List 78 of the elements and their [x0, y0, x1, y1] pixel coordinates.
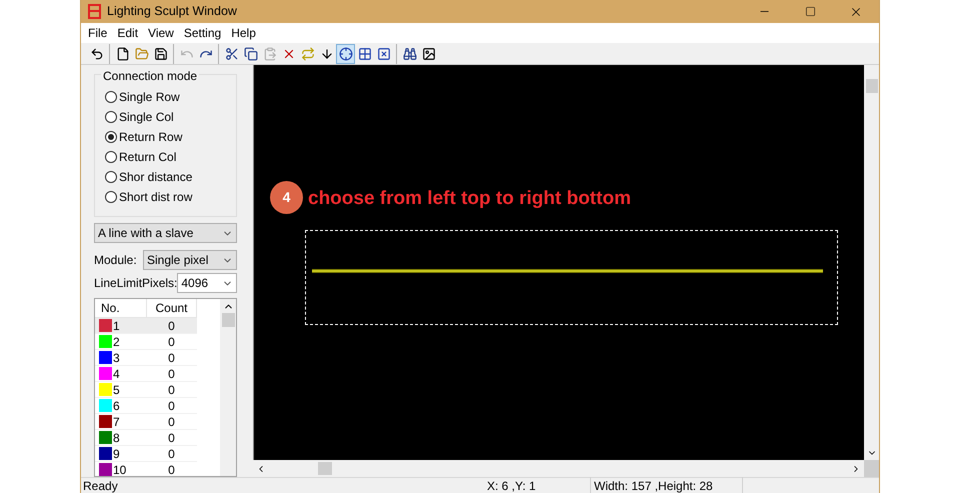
menu-item[interactable]: Edit [112, 24, 144, 42]
table-cell-text: 0 [167, 462, 176, 476]
scrollbar[interactable] [220, 299, 236, 476]
cursor-position: X: 6 ,Y: 1 [441, 476, 591, 493]
menu-item[interactable]: File [83, 24, 112, 42]
step-badge: 4 [270, 181, 303, 214]
folder-icon [134, 46, 148, 60]
table-row[interactable]: 1 0 [95, 318, 197, 334]
selection-size: Width: 157 ,Height: 28 [591, 476, 743, 493]
table-cell-text: 9 [112, 446, 121, 462]
maximize-icon [804, 6, 816, 17]
crosshair-icon [338, 46, 352, 60]
image-icon [422, 46, 436, 60]
canvas[interactable]: 4 choose from left top to right bottom [253, 65, 864, 460]
table-cell-text: 0 [167, 382, 176, 398]
dropdown[interactable]: Single pixel [143, 250, 237, 270]
table-cell-text: 2 [112, 334, 121, 350]
dropdown[interactable]: A line with a slave [94, 223, 237, 243]
radio-option[interactable]: Return Row [105, 127, 236, 147]
menu-item[interactable]: Help [226, 24, 261, 42]
square-x-icon [376, 46, 390, 60]
table-row[interactable]: 5 0 [95, 382, 197, 398]
menu-item[interactable]: Setting [178, 24, 226, 42]
swap-arrows-icon [300, 46, 314, 60]
table-cell-text: 4 [112, 366, 121, 382]
grid-icon [358, 46, 372, 60]
radio-button[interactable] [105, 91, 117, 103]
table-cell-text: 0 [167, 430, 176, 446]
scroll-thumb[interactable] [222, 313, 234, 327]
module-label: Module: [94, 252, 137, 269]
table-cell-text: 8 [112, 430, 121, 446]
table-cell-text: 10 [112, 462, 128, 476]
table-row[interactable]: 7 0 [95, 414, 197, 430]
status-text: Ready [82, 478, 119, 493]
table-cell-text: 0 [167, 318, 176, 334]
table-row[interactable]: 3 0 [95, 350, 197, 366]
table-cell-text: 0 [167, 398, 176, 414]
radio-button[interactable] [105, 111, 117, 123]
clipboard-icon [262, 46, 276, 60]
table-cell-text: 0 [167, 414, 176, 430]
table-row[interactable]: 6 0 [95, 398, 197, 414]
scroll-thumb[interactable] [866, 79, 878, 93]
table-cell-text: 6 [112, 398, 121, 414]
table-row[interactable]: 9 0 [95, 446, 197, 462]
table-cell-text: 0 [167, 366, 176, 382]
window-title: Lighting Sculpt Window [107, 3, 237, 20]
radio-option[interactable]: Short dist row [105, 187, 236, 207]
table-cell-text: 7 [112, 414, 121, 430]
radio-button[interactable] [105, 151, 117, 163]
table-row[interactable]: 8 0 [95, 430, 197, 446]
radio-button[interactable] [105, 131, 117, 143]
table-cell-text: 0 [167, 350, 176, 366]
app-logo-icon [88, 4, 101, 19]
radio-option[interactable]: Return Col [105, 147, 236, 167]
radio-option[interactable]: Shor distance [105, 167, 236, 187]
table-row[interactable]: 4 0 [95, 366, 197, 382]
table-cell-text: 0 [167, 334, 176, 350]
table-cell-text: 1 [112, 318, 121, 334]
copy-icon [244, 46, 258, 60]
table-row[interactable]: 2 0 [95, 334, 197, 350]
radio-button[interactable] [105, 171, 117, 183]
radio-option[interactable]: Single Col [105, 107, 236, 127]
page-icon [116, 46, 130, 60]
line-limit-label: LineLimitPixels: [94, 275, 178, 292]
dropdown[interactable]: 4096 [177, 273, 237, 293]
instruction-text: choose from left top to right bottom [308, 187, 631, 211]
table-cell-text: 5 [112, 382, 121, 398]
radio-button[interactable] [105, 191, 117, 203]
return-arrow-icon [90, 46, 104, 60]
binoculars-icon [402, 46, 416, 60]
select-button[interactable] [336, 44, 355, 64]
menu-item[interactable]: View [143, 24, 179, 42]
table-cell-text: 3 [112, 350, 121, 366]
table-cell-text: 0 [167, 446, 176, 462]
down-arrow-icon [320, 46, 334, 60]
scroll-thumb[interactable] [318, 462, 332, 475]
scissors-icon [224, 46, 238, 60]
radio-option[interactable]: Single Row [105, 87, 236, 107]
